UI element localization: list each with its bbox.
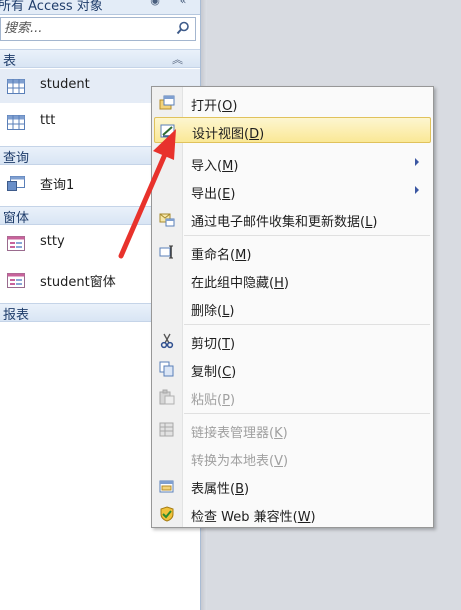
annotation-arrow <box>118 129 176 259</box>
